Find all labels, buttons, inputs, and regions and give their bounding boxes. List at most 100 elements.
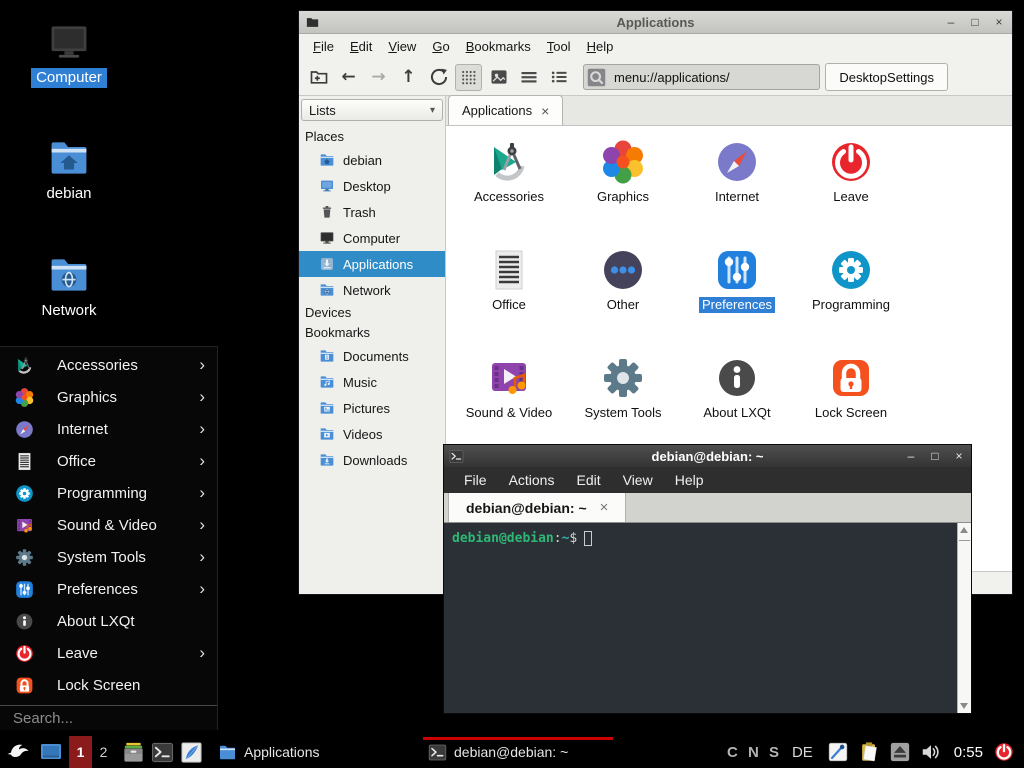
scrollbar-thumb[interactable] [959,540,970,541]
desktop-icon-debian[interactable]: debian [17,136,121,204]
menu-item-label: Graphics [57,389,199,406]
start-menu-button[interactable] [6,739,32,765]
sidebar-item-computer[interactable]: Computer [299,225,445,251]
sidebar-item-documents[interactable]: Documents [299,343,445,369]
fm-sidebar: Lists ▾ Places debian Desktop Trash Comp… [299,96,446,594]
start-menu-item-preferences[interactable]: Preferences › [0,573,217,605]
applications-icon [319,256,335,272]
terminal-menu-file[interactable]: File [453,472,498,488]
keyboard-layout-indicator[interactable]: DE [792,744,813,761]
maximize-button[interactable]: □ [968,15,982,29]
reload-button[interactable] [425,64,452,91]
start-menu-item-system-tools[interactable]: System Tools › [0,541,217,573]
forward-button[interactable]: → [365,64,392,91]
compact-view-button[interactable] [515,64,542,91]
icon-view-button[interactable] [455,64,482,91]
close-button[interactable]: × [952,449,966,463]
sidebar-item-trash[interactable]: Trash [299,199,445,225]
desktop-icon-computer[interactable]: Computer [17,20,121,88]
app-label: System Tools [584,405,661,421]
fm-menu-bookmarks[interactable]: Bookmarks [458,39,539,54]
featherpad-launcher-icon[interactable] [180,741,203,764]
terminal-window: debian@debian: ~ – □ × File Actions Edit… [443,444,972,714]
task-terminal[interactable]: debian@debian: ~ [423,736,623,768]
app-icon-graphics[interactable]: Graphics [566,138,680,246]
desktop-icon-network[interactable]: Network [17,253,121,321]
tab-close-icon[interactable]: × [541,103,549,119]
search-input[interactable]: Search... [0,706,217,731]
detailed-list-button[interactable] [545,64,572,91]
minimize-button[interactable]: – [944,15,958,29]
pager-desktop-2[interactable]: 2 [92,736,115,768]
fm-menu-go[interactable]: Go [424,39,457,54]
clock[interactable]: 0:55 [954,744,983,761]
scroll-up-icon[interactable] [960,527,968,533]
new-tab-button[interactable] [305,64,332,91]
start-menu-item-office[interactable]: Office › [0,445,217,477]
fm-menu-tool[interactable]: Tool [539,39,579,54]
app-icon-leave[interactable]: Leave [794,138,908,246]
terminal-titlebar[interactable]: debian@debian: ~ – □ × [444,445,971,467]
sidebar-item-desktop[interactable]: Desktop [299,173,445,199]
fm-menu-edit[interactable]: Edit [342,39,380,54]
close-button[interactable]: × [992,15,1006,29]
terminal-content[interactable]: debian@debian:~$ [444,523,971,713]
sidebar-mode-selector[interactable]: Lists ▾ [301,99,443,121]
removable-media-tray-icon[interactable] [889,741,911,763]
start-menu-item-internet[interactable]: Internet › [0,413,217,445]
start-menu-item-lock-screen[interactable]: Lock Screen [0,669,217,701]
start-menu-item-accessories[interactable]: Accessories › [0,349,217,381]
shutdown-button[interactable] [993,741,1015,763]
minimize-button[interactable]: – [904,449,918,463]
terminal-menu-actions[interactable]: Actions [498,472,566,488]
address-bar[interactable]: menu://applications/ [583,64,820,90]
app-icon-office[interactable]: Office [452,246,566,354]
app-icon-accessories[interactable]: Accessories [452,138,566,246]
sidebar-item-applications[interactable]: Applications [299,251,445,277]
clipboard-icon [858,741,880,763]
volume-tray-icon[interactable] [920,741,942,763]
terminal-menu-help[interactable]: Help [664,472,715,488]
scroll-down-icon[interactable] [960,703,968,709]
fm-titlebar[interactable]: Applications – □ × [299,11,1012,34]
start-menu-item-about-lxqt[interactable]: About LXQt [0,605,217,637]
tab-applications[interactable]: Applications × [448,95,563,125]
start-menu-item-graphics[interactable]: Graphics › [0,381,217,413]
task-applications[interactable]: Applications [213,736,413,768]
terminal-tab[interactable]: debian@debian: ~ × [448,493,626,522]
sidebar-item-videos[interactable]: Videos [299,421,445,447]
sidebar-item-music[interactable]: Music [299,369,445,395]
desktop-settings-button[interactable]: DesktopSettings [825,63,948,91]
start-menu-item-leave[interactable]: Leave › [0,637,217,669]
app-icon-internet[interactable]: Internet [680,138,794,246]
app-icon-preferences[interactable]: Preferences [680,246,794,354]
start-menu-item-programming[interactable]: Programming › [0,477,217,509]
fm-menu-view[interactable]: View [380,39,424,54]
thumbnail-view-button[interactable] [485,64,512,91]
fm-menu-help[interactable]: Help [579,39,622,54]
sidebar-item-pictures[interactable]: Pictures [299,395,445,421]
maximize-button[interactable]: □ [928,449,942,463]
fm-menu-file[interactable]: File [305,39,342,54]
back-button[interactable]: ← [335,64,362,91]
app-icon-programming[interactable]: Programming [794,246,908,354]
terminal-menu-edit[interactable]: Edit [565,472,611,488]
app-icon-other[interactable]: Other [566,246,680,354]
sidebar-item-downloads[interactable]: Downloads [299,447,445,473]
file-manager-launcher-icon[interactable] [122,741,145,764]
music-folder-icon [319,374,335,390]
terminal-launcher-icon[interactable] [151,741,174,764]
downloads-folder-icon [319,452,335,468]
show-desktop-button[interactable] [39,740,64,765]
screenshot-tray-icon[interactable] [827,741,849,763]
clipboard-tray-icon[interactable] [858,741,880,763]
scrollbar[interactable] [957,523,971,713]
tab-close-icon[interactable]: × [600,499,609,516]
home-folder-icon [319,152,335,168]
terminal-menu-view[interactable]: View [612,472,664,488]
sidebar-item-network[interactable]: Network [299,277,445,303]
pager-desktop-1[interactable]: 1 [69,736,92,768]
up-button[interactable]: ↑ [395,64,422,91]
start-menu-item-sound-video[interactable]: Sound & Video › [0,509,217,541]
sidebar-item-debian[interactable]: debian [299,147,445,173]
